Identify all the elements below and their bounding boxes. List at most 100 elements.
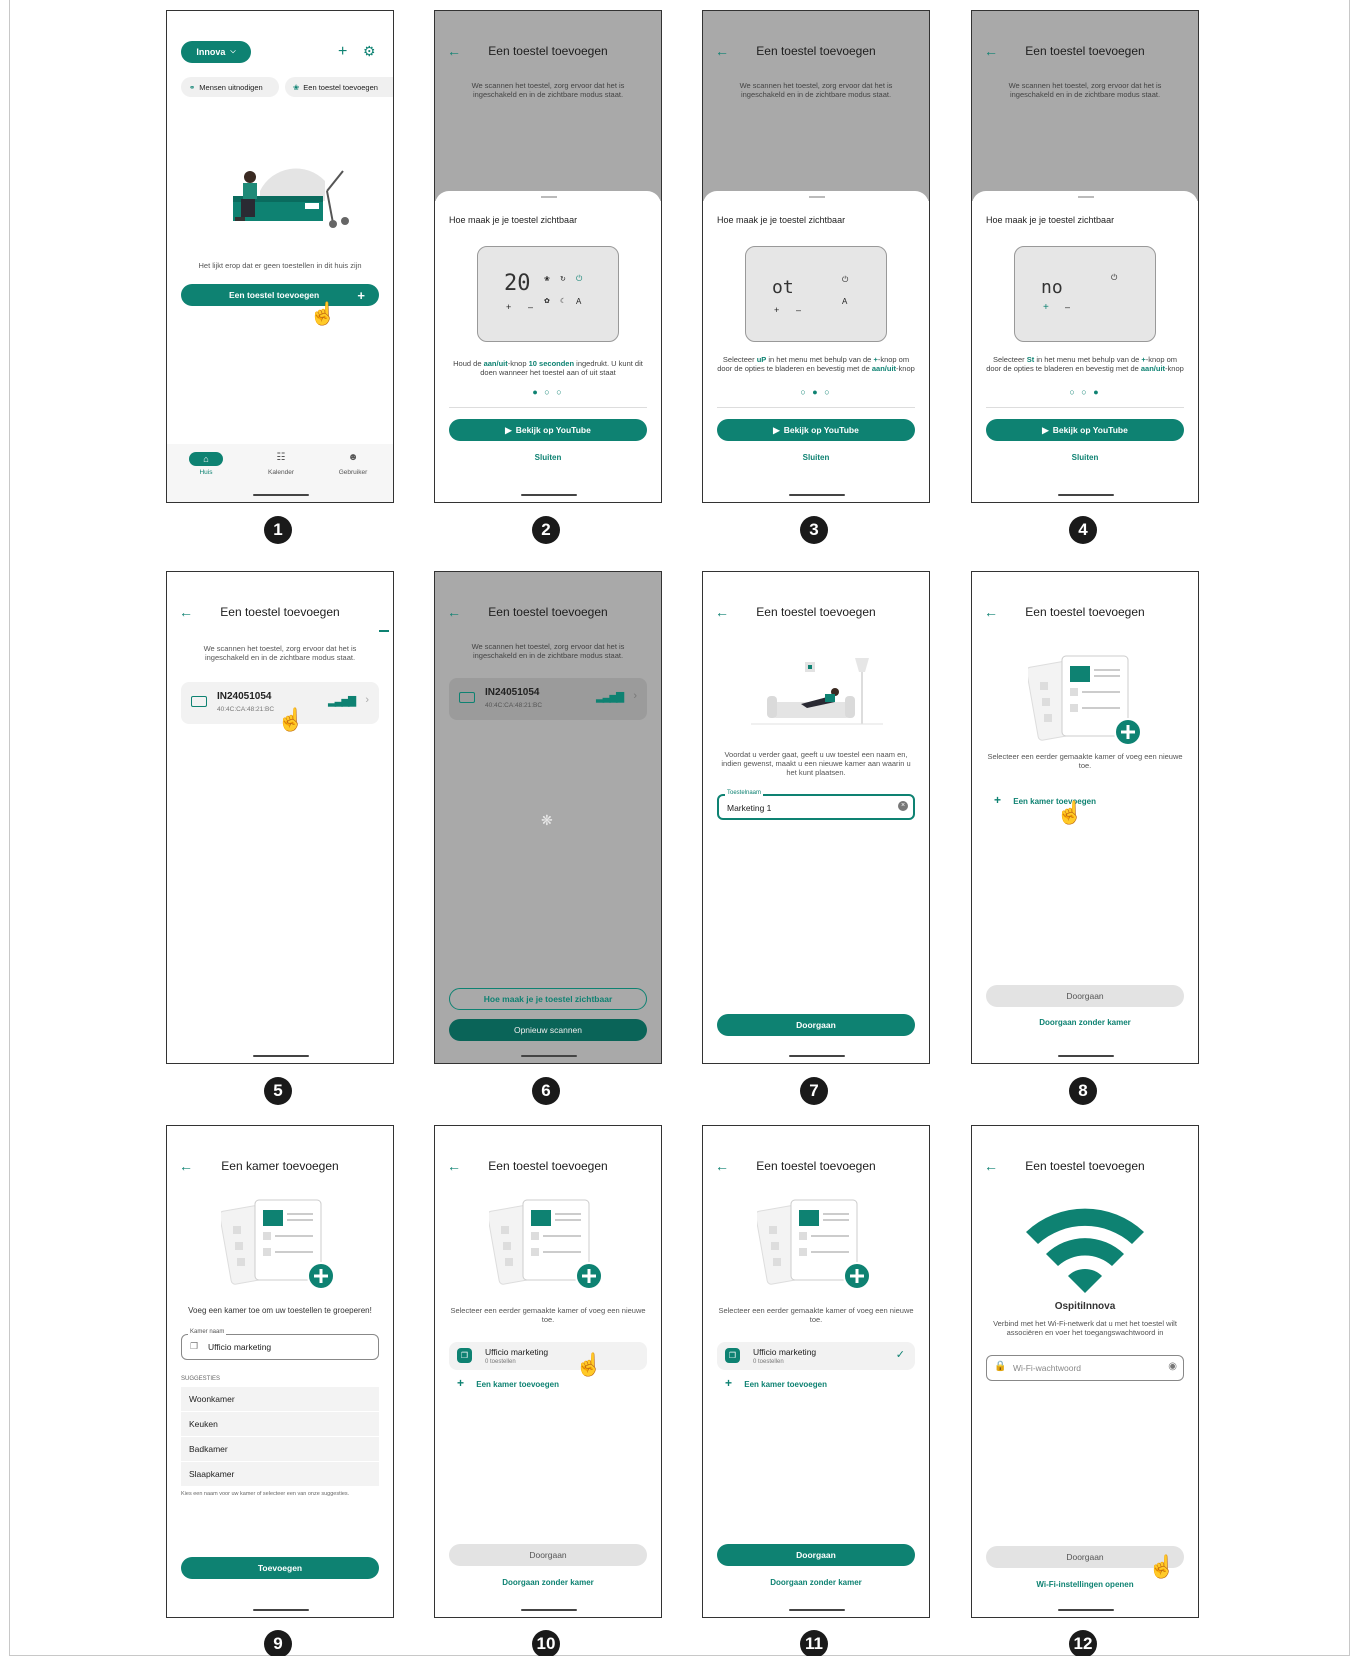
plus-icon[interactable]: + [338, 43, 347, 61]
chevron-right-icon: › [633, 690, 637, 702]
minus-icon: – [1065, 302, 1071, 312]
screen-3-visible-step2: ← Een toestel toevoegen We scannen het to… [702, 10, 930, 503]
sheet-heading: Hoe maak je je toestel zichtbaar [986, 215, 1115, 225]
rescan-button[interactable]: Opnieuw scannen [449, 1019, 647, 1041]
page-title: Een toestel toevoegen [756, 44, 876, 58]
instruction-text: Houd de aan/uit-knop 10 seconden ingedru… [449, 359, 647, 377]
sheet-grip[interactable] [541, 196, 557, 198]
plus-icon: + [1043, 302, 1049, 313]
screen-11-room-selected: ← Een toestel toevoegen Selecteer een eer… [702, 1125, 930, 1618]
pointer-hand-icon: ☝ [575, 1352, 603, 1377]
screen-7-name-device: ← Een toestel toevoegen Voordat u verder … [702, 571, 930, 1064]
scan-text: We scannen het toestel, zorg ervoor dat … [471, 642, 625, 660]
add-room-submit-button[interactable]: Toevoegen [181, 1557, 379, 1579]
continue-no-room-link[interactable]: Doorgaan zonder kamer [972, 1018, 1198, 1027]
thermostat-display: ot ⏻ + – A [745, 246, 887, 342]
suggestions-hint: Kies een naam voor uw kamer of selecteer… [181, 1491, 350, 1497]
nav-user[interactable]: ☻ Gebruiker [331, 452, 375, 476]
page-title: Een toestel toevoegen [1025, 44, 1145, 58]
room-item[interactable]: ❐ Ufficio marketing 0 toestellen [449, 1342, 647, 1370]
sheet-grip[interactable] [809, 196, 825, 198]
add-device-chip[interactable]: ❀ Een toestel toevoegen [285, 77, 393, 97]
sheet-heading: Hoe maak je je toestel zichtbaar [717, 215, 846, 225]
suggestion-item[interactable]: Badkamer [181, 1437, 379, 1462]
nav-home-label: Huis [199, 469, 213, 476]
continue-button[interactable]: Doorgaan [986, 985, 1184, 1007]
empty-text: Het lijkt erop dat er geen toestellen in… [198, 261, 362, 270]
suggestions-label: SUGGESTIES [181, 1376, 221, 1382]
suggestion-item[interactable]: Keuken [181, 1412, 379, 1437]
cycle-icon: ↻ [560, 276, 566, 283]
room-item-selected[interactable]: ❐ Ufficio marketing 0 toestellen ✓ [717, 1342, 915, 1370]
display-value: 20 [504, 271, 531, 296]
signal-icon: ▂▃▅▇ [596, 692, 624, 703]
step-number: 6 [532, 1077, 560, 1105]
instr-part: in het menu met behulp van de [1034, 355, 1142, 364]
continue-no-room-link[interactable]: Doorgaan zonder kamer [703, 1578, 929, 1587]
gear-icon[interactable]: ⚙ [363, 43, 376, 60]
close-link[interactable]: Sluiten [703, 453, 929, 462]
room-name-field[interactable]: Kamer naam ❐ Ufficio marketing [181, 1329, 379, 1360]
instr-part: in het menu met behulp van de [766, 355, 874, 364]
device-name-field[interactable]: Toestelnaam Marketing 1 × [717, 790, 915, 820]
add-device-button[interactable]: Een toestel toevoegen + [181, 284, 379, 306]
page-title: Een toestel toevoegen [488, 44, 608, 58]
page-dots: ○ ○ ● [1069, 387, 1101, 397]
page-title: Een toestel toevoegen [488, 605, 608, 619]
invite-label: Mensen uitnodigen [199, 82, 263, 92]
screen-6-connecting: ← Een toestel toevoegen We scannen het to… [434, 571, 662, 1064]
step-number: 9 [264, 1630, 292, 1656]
play-icon: ▶ [1042, 424, 1049, 435]
youtube-button[interactable]: ▶ Bekijk op YouTube [717, 419, 915, 441]
clear-icon[interactable]: × [898, 801, 908, 811]
continue-button[interactable]: Doorgaan [717, 1014, 915, 1036]
room-illustration [221, 1199, 335, 1290]
add-room-row[interactable]: + Een kamer toevoegen [725, 1376, 827, 1390]
user-icon: ☻ [347, 452, 359, 463]
home-name: Innova [196, 47, 226, 57]
select-room-text: Selecteer een eerder gemaakte kamer of v… [987, 752, 1183, 770]
how-visible-button[interactable]: Hoe maak je je toestel zichtbaar [449, 988, 647, 1010]
power-icon: ⏻ [1111, 273, 1118, 282]
add-room-row[interactable]: + Een kamer toevoegen [457, 1376, 559, 1390]
continue-button[interactable]: Doorgaan [717, 1544, 915, 1566]
close-link[interactable]: Sluiten [972, 453, 1198, 462]
nav-calendar[interactable]: ☷ Kalender [261, 452, 301, 476]
plus-icon: + [506, 302, 512, 312]
suggestion-item[interactable]: Woonkamer [181, 1387, 379, 1412]
suggestion-item[interactable]: Slaapkamer [181, 1462, 379, 1487]
close-link[interactable]: Sluiten [435, 453, 661, 462]
step-number: 5 [264, 1077, 292, 1105]
invite-chip[interactable]: ⚭ Mensen uitnodigen [181, 77, 279, 97]
nav-home[interactable]: ⌂ Huis [189, 452, 223, 476]
device-mac: 40:4C:CA:48:21:BC [485, 702, 543, 709]
home-indicator [1058, 1055, 1114, 1057]
wifi-password-field[interactable]: 🔒 Wi-Fi-wachtwoord ◉ [986, 1355, 1184, 1381]
add-room-label: Een kamer toevoegen [476, 1380, 559, 1389]
page-title: Een toestel toevoegen [220, 605, 340, 619]
sofa-illustration [751, 658, 883, 725]
device-card[interactable]: IN24051054 40:4C:CA:48:21:BC ▂▃▅▇ › [449, 678, 647, 720]
pointer-hand-icon: ☝ [1056, 800, 1084, 825]
device-icon [191, 696, 207, 707]
bottom-sheet: Hoe maak je je toestel zichtbaar no ⏻ + … [972, 191, 1198, 502]
home-selector[interactable]: Innova ⌵ [181, 41, 251, 63]
select-room-text: Selecteer een eerder gemaakte kamer of v… [718, 1306, 914, 1324]
bottom-sheet: Hoe maak je je toestel zichtbaar ot ⏻ + … [703, 191, 929, 502]
home-indicator [521, 494, 577, 496]
power-icon: ⏻ [842, 275, 849, 284]
continue-button[interactable]: Doorgaan [449, 1544, 647, 1566]
fan-icon: ❀ [544, 276, 550, 283]
eye-icon[interactable]: ◉ [1168, 1361, 1177, 1372]
field-label: Toestelnaam [725, 790, 764, 796]
continue-no-room-link[interactable]: Doorgaan zonder kamer [435, 1578, 661, 1587]
youtube-button[interactable]: ▶ Bekijk op YouTube [986, 419, 1184, 441]
home-indicator [789, 494, 845, 496]
scan-text: We scannen het toestel, zorg ervoor dat … [739, 81, 893, 99]
home-indicator [521, 1055, 577, 1057]
wifi-settings-link[interactable]: Wi-Fi-instellingen openen [972, 1580, 1198, 1589]
youtube-button[interactable]: ▶ Bekijk op YouTube [449, 419, 647, 441]
lock-icon: 🔒 [994, 1361, 1007, 1372]
sheet-grip[interactable] [1078, 196, 1094, 198]
device-name: IN24051054 [217, 691, 272, 702]
